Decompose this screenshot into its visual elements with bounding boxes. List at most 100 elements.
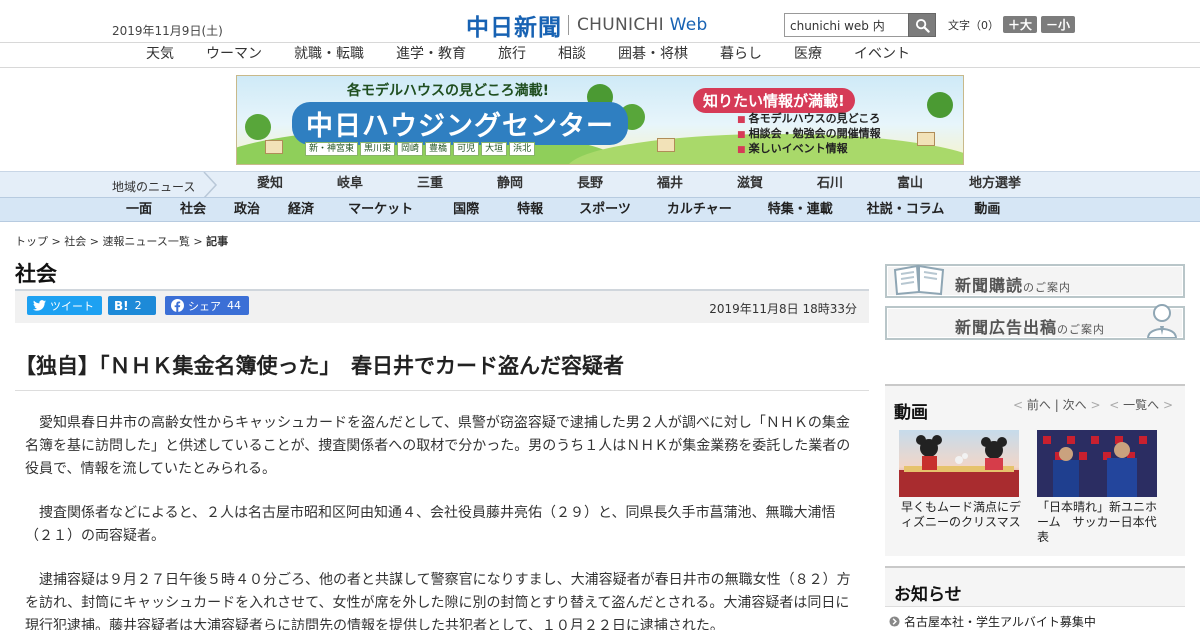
category-list: 一面 社会 政治 経済 マーケット 国際 特報 スポーツ カルチャー 特集・連載… [112,198,1014,222]
breadcrumb-separator: > [86,235,103,248]
tweet-button[interactable]: ツイート [27,296,102,315]
service-nav-item[interactable]: 就職・転職 [278,44,380,64]
banner-info-item: 相談会・勉強会の開催情報 [737,127,881,142]
banner-info-list: 各モデルハウスの見どころ 相談会・勉強会の開催情報 楽しいイベント情報 [737,112,881,157]
current-date: 2019年11月9日(土) [112,24,223,38]
site-search [784,13,936,37]
region-list: 愛知 岐阜 三重 静岡 長野 福井 滋賀 石川 富山 地方選挙 [230,172,1040,196]
video-prev-link[interactable]: 前へ [1027,398,1051,412]
banner-info-item: 各モデルハウスの見どころ [737,112,881,127]
video-section-header: 動画 < 前へ | 次へ > < 一覧へ > [885,384,1185,426]
open-book-icon [893,264,945,296]
region-item[interactable]: 三重 [390,172,470,196]
article-paragraph: 愛知県春日井市の高齢女性からキャッシュカードを盗んだとして、県警が窃盗容疑で逮捕… [25,415,851,477]
banner-area: 大垣 [481,142,508,156]
service-nav-item[interactable]: 医療 [778,44,838,64]
breadcrumb-link[interactable]: 社会 [64,235,86,248]
search-button[interactable] [908,13,936,37]
article-body: 愛知県春日井市の高齢女性からキャッシュカードを盗んだとして、県警が窃盗容疑で逮捕… [25,412,855,630]
region-item[interactable]: 福井 [630,172,710,196]
search-input[interactable] [784,13,908,37]
banner-tree-decoration [245,114,271,140]
category-item[interactable]: マーケット [328,198,433,222]
section-title: 社会 [15,262,57,286]
region-item[interactable]: 石川 [790,172,870,196]
subscription-guide-label: 新聞購読のご案内 [955,276,1072,295]
notice-section-title: お知らせ [894,585,962,605]
video-next-link[interactable]: 次へ [1063,398,1087,412]
category-item[interactable]: 経済 [274,198,328,222]
banner-area-list: 新・神宮東 黒川東 岡崎 豊橋 可児 大垣 浜北 [305,142,536,156]
site-logo[interactable]: 中日新聞 CHUNICHI Web [466,8,708,42]
category-item[interactable]: 国際 [433,198,499,222]
service-nav-item[interactable]: 旅行 [482,44,542,64]
category-item[interactable]: 政治 [220,198,274,222]
font-larger-button[interactable]: ＋大 [1003,16,1038,33]
regional-news-bar: 地域のニュース 愛知 岐阜 三重 静岡 長野 福井 滋賀 石川 富山 地方選挙 [0,171,1200,198]
subscription-guide-banner[interactable]: 新聞購読のご案内 [885,264,1185,298]
chevron-left-icon: < [1013,398,1024,412]
region-item[interactable]: 滋賀 [710,172,790,196]
chevron-right-icon: > [1162,398,1173,412]
service-nav-item[interactable]: 天気 [130,44,190,64]
site-header: 2019年11月9日(土) 中日新聞 CHUNICHI Web 文字（0） ＋大… [0,0,1200,43]
banner-area: 新・神宮東 [305,142,359,156]
region-item[interactable]: 静岡 [470,172,550,196]
service-nav-item[interactable]: 進学・教育 [380,44,482,64]
breadcrumb-link[interactable]: トップ [15,235,48,248]
soccer-uniform-thumbnail-image [1037,430,1157,497]
service-nav-item[interactable]: イベント [838,44,926,64]
font-smaller-button[interactable]: －小 [1041,16,1076,33]
region-item[interactable]: 愛知 [230,172,310,196]
tweet-label: ツイート [50,299,94,313]
banner-area: 浜北 [509,142,536,156]
chevron-right-icon: > [1090,398,1101,412]
service-nav-item[interactable]: 囲碁・将棋 [602,44,704,64]
logo-japanese[interactable]: 中日新聞 [466,8,562,42]
category-item[interactable]: 特報 [499,198,561,222]
category-item[interactable]: カルチャー [649,198,750,222]
service-nav-list: 天気 ウーマン 就職・転職 進学・教育 旅行 相談 囲碁・将棋 暮らし 医療 イ… [130,44,926,64]
video-list: 早くもムード満点にディズニーのクリスマス 「日本晴れ」新ユニホーム サッカー日本… [885,426,1185,556]
category-item[interactable]: 一面 [112,198,166,222]
video-list-link[interactable]: < 一覧へ > [1109,396,1173,413]
category-item[interactable]: 社説・コラム [851,198,961,222]
banner-info-title: 知りたい情報が満載! [693,88,855,113]
banner-tagline: 各モデルハウスの見どころ満載! [347,83,549,99]
category-item[interactable]: スポーツ [561,198,649,222]
logo-divider [568,15,569,35]
advertising-guide-banner[interactable]: 新聞広告出稿のご案内 [885,304,1185,340]
service-nav-item[interactable]: 暮らし [704,44,778,64]
service-nav-item[interactable]: 相談 [542,44,602,64]
video-thumbnail[interactable] [899,430,1019,497]
category-item[interactable]: 特集・連載 [750,198,851,222]
region-item[interactable]: 長野 [550,172,630,196]
housing-center-ad-banner[interactable]: 各モデルハウスの見どころ満載! 中日ハウジングセンター 新・神宮東 黒川東 岡崎… [236,75,964,165]
notice-item[interactable]: 名古屋本社・学生アルバイト募集中 [889,613,1096,630]
article-paragraph: 逮捕容疑は９月２７日午後５時４０分ごろ、他の者と共謀して警察官になりすまし、大浦… [25,572,851,630]
video-caption[interactable]: 「日本晴れ」新ユニホーム サッカー日本代表 [1037,500,1167,545]
banner-title: 中日ハウジングセンター [292,102,628,145]
breadcrumb-link[interactable]: 速報ニュース一覧 [102,235,189,248]
banner-area: 岡崎 [397,142,424,156]
service-nav-item[interactable]: ウーマン [190,44,278,64]
logo-english[interactable]: CHUNICHI Web [577,15,708,35]
video-thumbnail[interactable] [1037,430,1157,497]
person-icon [1146,304,1178,338]
region-item[interactable]: 岐阜 [310,172,390,196]
banner-info-item: 楽しいイベント情報 [737,142,881,157]
facebook-share-button[interactable]: シェア 44 [165,296,249,315]
font-size-control: 文字（0） ＋大 －小 [948,16,1076,33]
category-item[interactable]: 社会 [166,198,220,222]
banner-house-decoration [265,140,283,154]
breadcrumb-current: 記事 [206,235,229,248]
region-item[interactable]: 富山 [870,172,950,196]
category-item[interactable]: 動画 [960,198,1014,222]
hatena-bookmark-button[interactable]: B! 2 [108,296,156,315]
facebook-icon [171,299,184,312]
article-headline: 【独自】「ＮＨＫ集金名簿使った」 春日井でカード盗んだ容疑者 [15,354,624,378]
region-item[interactable]: 地方選挙 [950,172,1040,196]
service-nav: 天気 ウーマン 就職・転職 進学・教育 旅行 相談 囲碁・将棋 暮らし 医療 イ… [0,44,1200,68]
video-caption[interactable]: 早くもムード満点にディズニーのクリスマス [901,500,1031,530]
chevron-left-icon: < [1109,398,1120,412]
